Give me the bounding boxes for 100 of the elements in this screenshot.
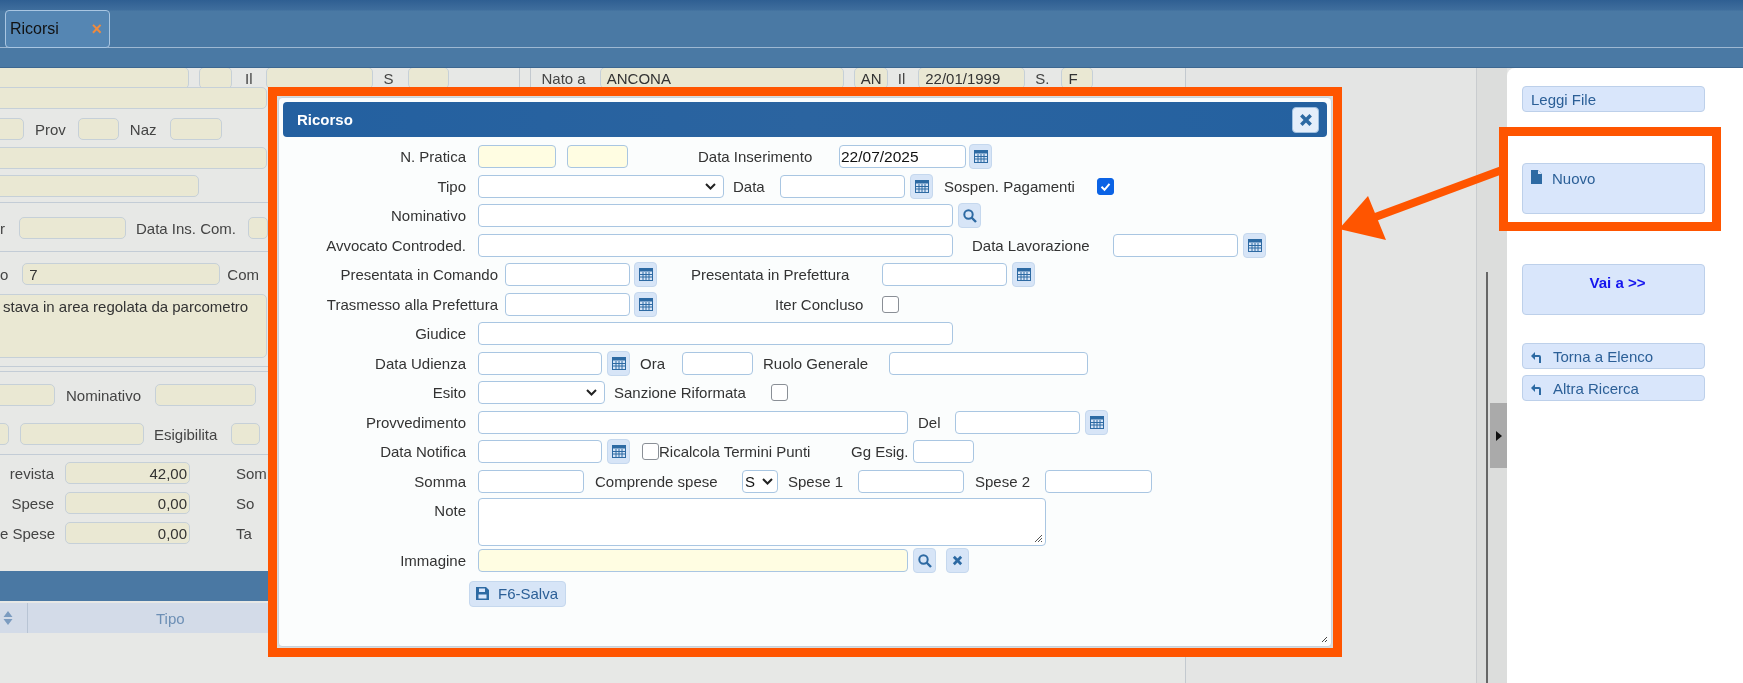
checkbox-label: Iter Concluso (775, 295, 865, 313)
calendar-icon (611, 356, 626, 370)
input-field[interactable] (478, 145, 556, 169)
input-field[interactable] (77, 118, 119, 140)
clear-button[interactable] (946, 548, 969, 574)
dropdown[interactable]: S (742, 469, 778, 493)
field-label: Ta (236, 524, 252, 542)
dialog-title: Ricorso (297, 111, 353, 128)
calendar-button[interactable] (607, 439, 630, 465)
input-field[interactable] (955, 410, 1080, 434)
side-button[interactable]: Nuovo (1522, 163, 1705, 214)
save-button[interactable]: F6-Salva (469, 580, 566, 607)
field-label: Spese (10, 494, 54, 512)
checkbox[interactable] (642, 443, 659, 461)
field-label: Giudice (414, 325, 466, 343)
calendar-button[interactable] (634, 291, 657, 317)
input-field[interactable] (0, 175, 199, 197)
input-field[interactable] (478, 351, 602, 375)
search-icon (917, 553, 932, 568)
input-field[interactable] (682, 351, 753, 375)
input-field[interactable]: 22/07/2025 (839, 145, 966, 169)
calendar-icon (914, 179, 929, 193)
calendar-icon (611, 445, 626, 459)
field-label: Data Lavorazione (972, 236, 1091, 254)
input-field[interactable] (478, 469, 584, 493)
input-field[interactable] (567, 145, 628, 169)
input-field[interactable] (478, 233, 953, 257)
input-field[interactable]: F (1061, 68, 1094, 89)
close-button[interactable] (1292, 106, 1319, 133)
input-field[interactable]: 7 (22, 263, 221, 285)
input-field[interactable]: ANCONA (599, 68, 844, 89)
search-button[interactable] (913, 548, 936, 574)
input-field[interactable] (882, 263, 1007, 287)
checkbox[interactable] (882, 295, 899, 313)
input-field[interactable] (889, 351, 1088, 375)
collapse-handle[interactable] (1490, 403, 1507, 468)
input-field[interactable]: 42,00 (65, 462, 190, 484)
input-field[interactable] (478, 410, 908, 434)
field-label: Prov (35, 120, 66, 138)
calendar-icon (1247, 238, 1262, 252)
input-field[interactable]: 0,00 (65, 522, 190, 544)
checkbox-label: Sospen. Pagamenti (944, 177, 1074, 195)
field-label: Nato a (541, 69, 586, 87)
input-field[interactable] (780, 174, 905, 198)
chevron-icon (586, 389, 597, 397)
field-label: Presentata in Prefettura (691, 266, 851, 284)
input-field[interactable] (1113, 233, 1238, 257)
input-field[interactable] (1045, 469, 1152, 493)
dropdown[interactable] (478, 174, 724, 198)
input-field[interactable] (478, 440, 602, 464)
field-label: Spese 1 (788, 472, 845, 490)
input-field[interactable] (265, 68, 373, 89)
field-label: Del (918, 413, 942, 431)
calendar-button[interactable] (1243, 232, 1266, 258)
text-area[interactable]: stava in area regolata da parcometro (0, 294, 267, 358)
field-label: Tipo (436, 177, 466, 195)
input-field[interactable] (913, 440, 974, 464)
calendar-button[interactable] (634, 262, 657, 288)
resize-grip-icon[interactable] (1034, 534, 1043, 543)
input-field[interactable] (505, 263, 630, 287)
input-field[interactable] (0, 87, 267, 109)
search-button[interactable] (958, 203, 981, 229)
field-label: revista (8, 464, 54, 482)
input-field[interactable] (478, 204, 953, 228)
close-icon (952, 555, 963, 567)
side-button[interactable]: Leggi File (1522, 86, 1705, 112)
input-field[interactable] (20, 423, 144, 445)
input-field[interactable] (0, 384, 55, 406)
side-button[interactable]: Torna a Elenco (1522, 343, 1705, 369)
calendar-button[interactable] (969, 144, 992, 170)
calendar-button[interactable] (1012, 262, 1035, 288)
input-field[interactable]: 22/01/1999 (918, 68, 1026, 89)
resize-grip-icon[interactable] (1321, 636, 1328, 643)
calendar-button[interactable] (910, 173, 933, 199)
side-button[interactable]: Altra Ricerca (1522, 375, 1705, 401)
input-field[interactable] (0, 68, 189, 89)
input-field[interactable] (199, 68, 232, 89)
input-field[interactable] (505, 292, 630, 316)
input-field[interactable]: 0,00 (65, 492, 190, 514)
input-field[interactable] (0, 147, 267, 169)
dropdown[interactable] (478, 381, 605, 405)
search-icon (962, 208, 977, 223)
checkbox[interactable] (1097, 177, 1114, 195)
input-field[interactable] (155, 384, 257, 406)
input-field[interactable] (169, 118, 222, 140)
input-field[interactable] (407, 68, 449, 89)
calendar-button[interactable] (1085, 409, 1108, 435)
input-field[interactable] (858, 469, 964, 493)
input-field[interactable] (478, 322, 953, 346)
input-field[interactable] (478, 549, 908, 573)
calendar-button[interactable] (607, 350, 630, 376)
input-field[interactable] (231, 423, 261, 445)
input-field[interactable] (19, 217, 126, 239)
side-button[interactable]: Vai a >> (1522, 264, 1705, 315)
field-label: Il (897, 69, 906, 87)
tab[interactable]: Ricorsi × (5, 10, 110, 48)
sort-icon[interactable] (3, 610, 13, 626)
input-field[interactable] (248, 217, 269, 239)
input-field[interactable]: AN (853, 68, 888, 89)
checkbox[interactable] (771, 384, 788, 402)
